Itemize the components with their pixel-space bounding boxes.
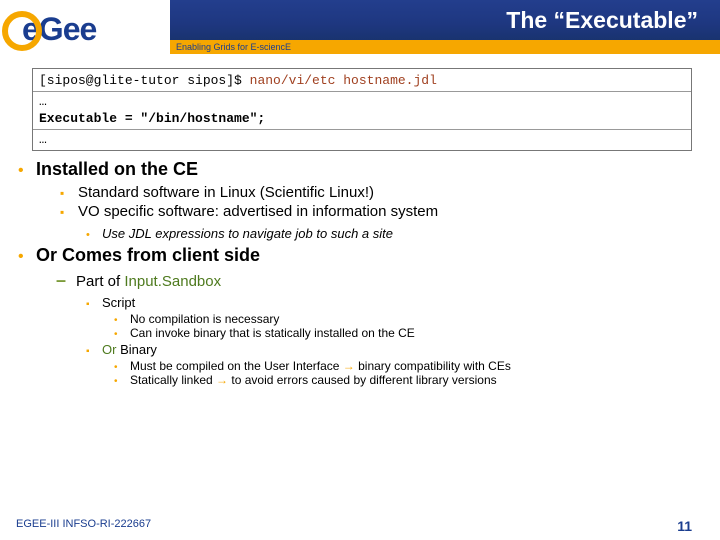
- slide-title: The “Executable”: [506, 7, 698, 34]
- dot-icon: •: [114, 362, 124, 373]
- arrow-icon: →: [343, 359, 355, 373]
- code-divider: [33, 129, 691, 130]
- bullet-text: Standard software in Linux (Scientific L…: [78, 184, 374, 201]
- code-block: [sipos@glite-tutor sipos]$ nano/vi/etc h…: [32, 68, 692, 151]
- bullet-text: Use JDL expressions to navigate job to s…: [102, 226, 393, 241]
- slide-subtitle: Enabling Grids for E-sciencE: [170, 40, 720, 54]
- bullet-icon: •: [18, 162, 30, 180]
- bullet-heading: Or Comes from client side: [36, 245, 260, 266]
- bullet-text: Must be compiled on the User Interface →…: [130, 359, 511, 373]
- bullet-text: No compilation is necessary: [130, 312, 279, 326]
- slide-body: • Installed on the CE ▪ Standard softwar…: [18, 159, 700, 387]
- dot-icon: •: [114, 315, 124, 326]
- code-line-exec: Executable = "/bin/hostname";: [39, 111, 685, 127]
- slide-footer: EGEE-III INFSO-RI-222667 11: [0, 518, 720, 534]
- bullet-text: Or Binary: [102, 342, 157, 357]
- bullet-text: Part of Input.Sandbox: [76, 273, 221, 290]
- code-ellipsis: …: [39, 132, 685, 148]
- bullet-heading: Installed on the CE: [36, 159, 198, 180]
- egee-logo: eGee: [8, 2, 156, 56]
- title-bar: The “Executable”: [170, 0, 720, 40]
- logo-circle-icon: [2, 11, 42, 51]
- code-ellipsis: …: [39, 94, 685, 110]
- bullet-text: Script: [102, 295, 135, 310]
- code-divider: [33, 91, 691, 92]
- bullet-text: VO specific software: advertised in info…: [78, 203, 438, 220]
- dot-icon: •: [114, 329, 124, 340]
- shell-prompt: [sipos@glite-tutor sipos]$: [39, 73, 250, 88]
- bullet-text: Can invoke binary that is statically ins…: [130, 326, 415, 340]
- dash-icon: –: [56, 270, 70, 291]
- square-icon: ▪: [60, 205, 72, 219]
- square-icon: ▪: [60, 186, 72, 200]
- dot-icon: •: [86, 229, 96, 241]
- square-icon: ▪: [86, 299, 96, 310]
- arrow-icon: →: [216, 373, 228, 387]
- code-line-prompt: [sipos@glite-tutor sipos]$ nano/vi/etc h…: [39, 73, 685, 89]
- shell-command: nano/vi/etc hostname.jdl: [250, 73, 437, 88]
- page-number: 11: [677, 518, 692, 534]
- square-icon: ▪: [86, 346, 96, 357]
- dot-icon: •: [114, 376, 124, 387]
- footer-ref: EGEE-III INFSO-RI-222667: [16, 518, 151, 534]
- bullet-icon: •: [18, 248, 30, 266]
- bullet-text: Statically linked → to avoid errors caus…: [130, 373, 497, 387]
- slide-header: eGee The “Executable” Enabling Grids for…: [0, 0, 720, 58]
